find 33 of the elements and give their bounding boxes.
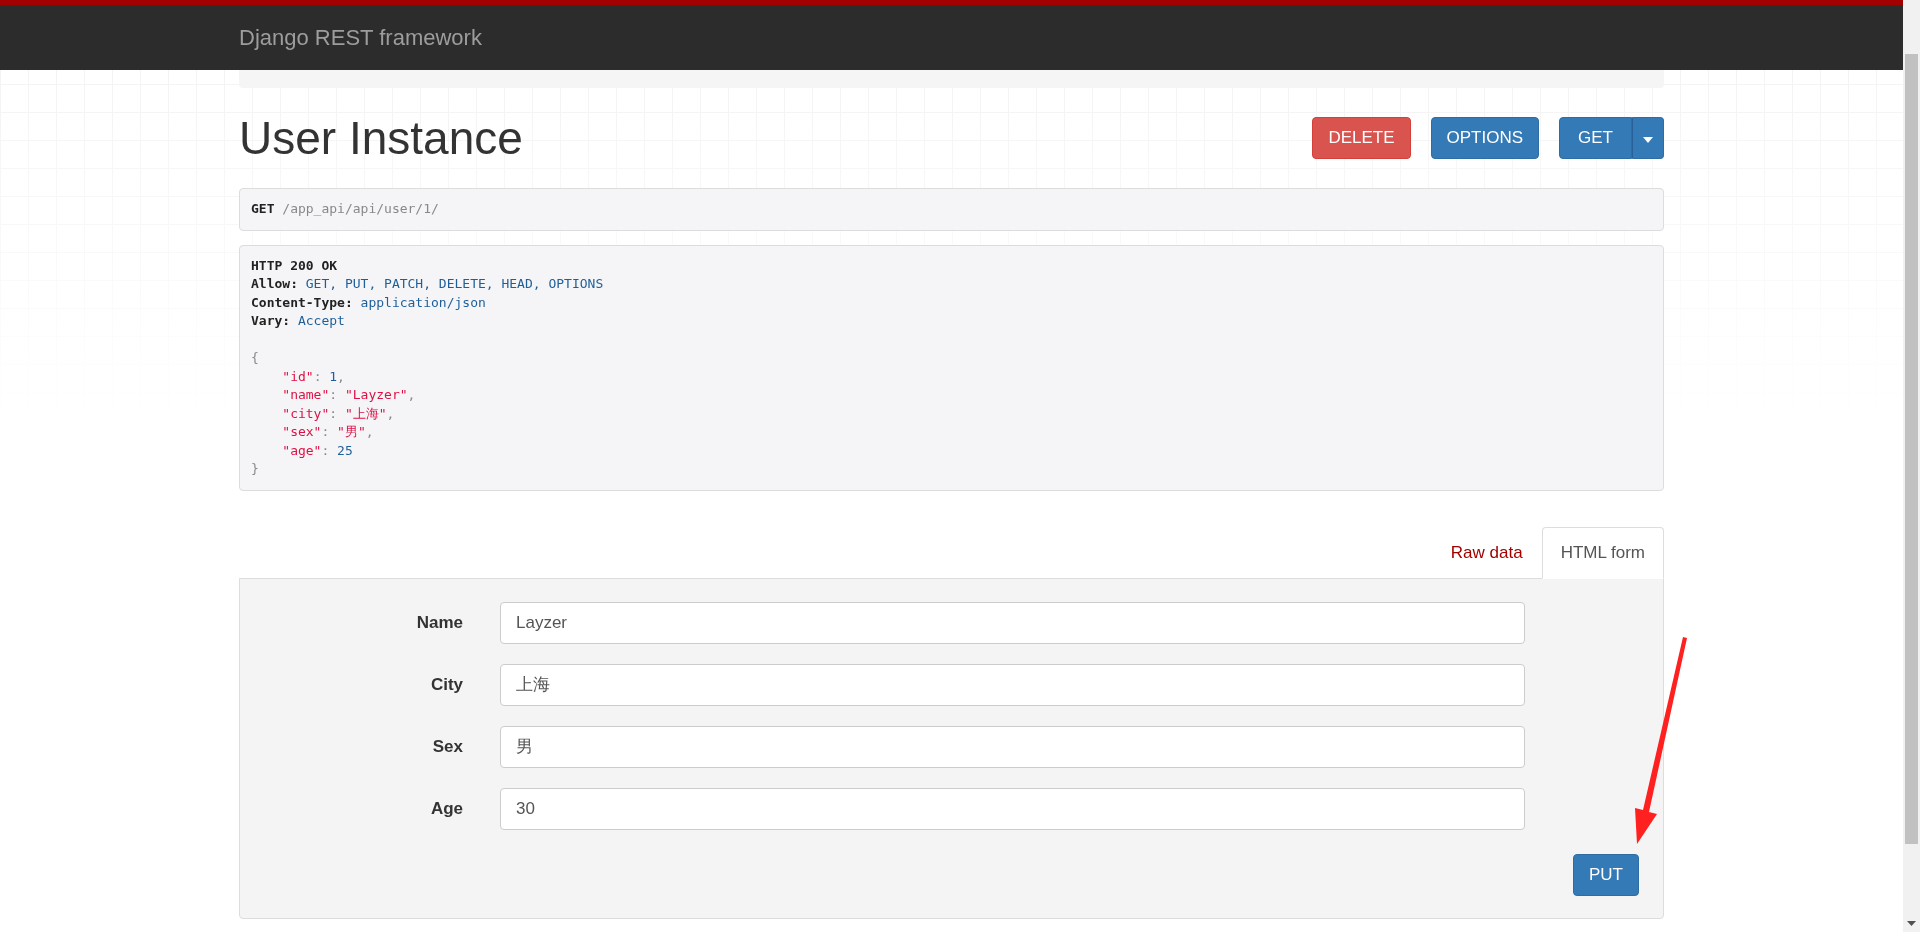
input-field[interactable]: 30 [500, 787, 1525, 830]
json-brace: { [251, 349, 260, 367]
request-line: GET /app_api/api/user/1/ [251, 200, 440, 218]
scrollbar-thumb[interactable] [1905, 54, 1918, 844]
scrollbar[interactable] [1903, 0, 1920, 932]
json-brace: } [251, 460, 260, 478]
brand-link[interactable]: Django REST framework [239, 24, 482, 51]
status-line: HTTP 200 OK [251, 256, 339, 275]
scroll-down-icon[interactable] [1907, 921, 1916, 926]
header-line: Vary: Accept [251, 312, 346, 330]
input-field[interactable]: 男 [500, 725, 1525, 768]
input-field[interactable]: 上海 [500, 663, 1525, 706]
options-button[interactable]: OPTIONS [1430, 117, 1540, 159]
page-title: User Instance [239, 111, 523, 165]
header-line: Content-Type: application/json [251, 293, 487, 312]
dropdown-toggle[interactable] [1632, 117, 1664, 159]
tab[interactable]: Raw data [1431, 526, 1542, 579]
header-line: Allow: GET, PUT, PATCH, DELETE, HEAD, OPTIONS [251, 275, 605, 293]
json-line: "name": "Layzer", [281, 386, 417, 404]
field-label: Age [429, 798, 464, 819]
field-label: City [429, 674, 464, 695]
tab[interactable]: HTML form [1541, 526, 1664, 579]
field-label: Sex [431, 736, 464, 757]
json-line: "age": 25 [281, 441, 354, 460]
json-line: "city": "上海", [281, 404, 396, 423]
put-button[interactable]: PUT [1573, 853, 1639, 896]
json-line: "id": 1, [281, 367, 346, 386]
json-line: "sex": "男", [281, 423, 375, 441]
delete-button[interactable]: DELETE [1312, 117, 1411, 159]
caret-icon [1643, 137, 1653, 143]
input-field[interactable]: Layzer [500, 601, 1525, 644]
get-button[interactable]: GET [1559, 117, 1632, 159]
field-label: Name [415, 612, 464, 633]
